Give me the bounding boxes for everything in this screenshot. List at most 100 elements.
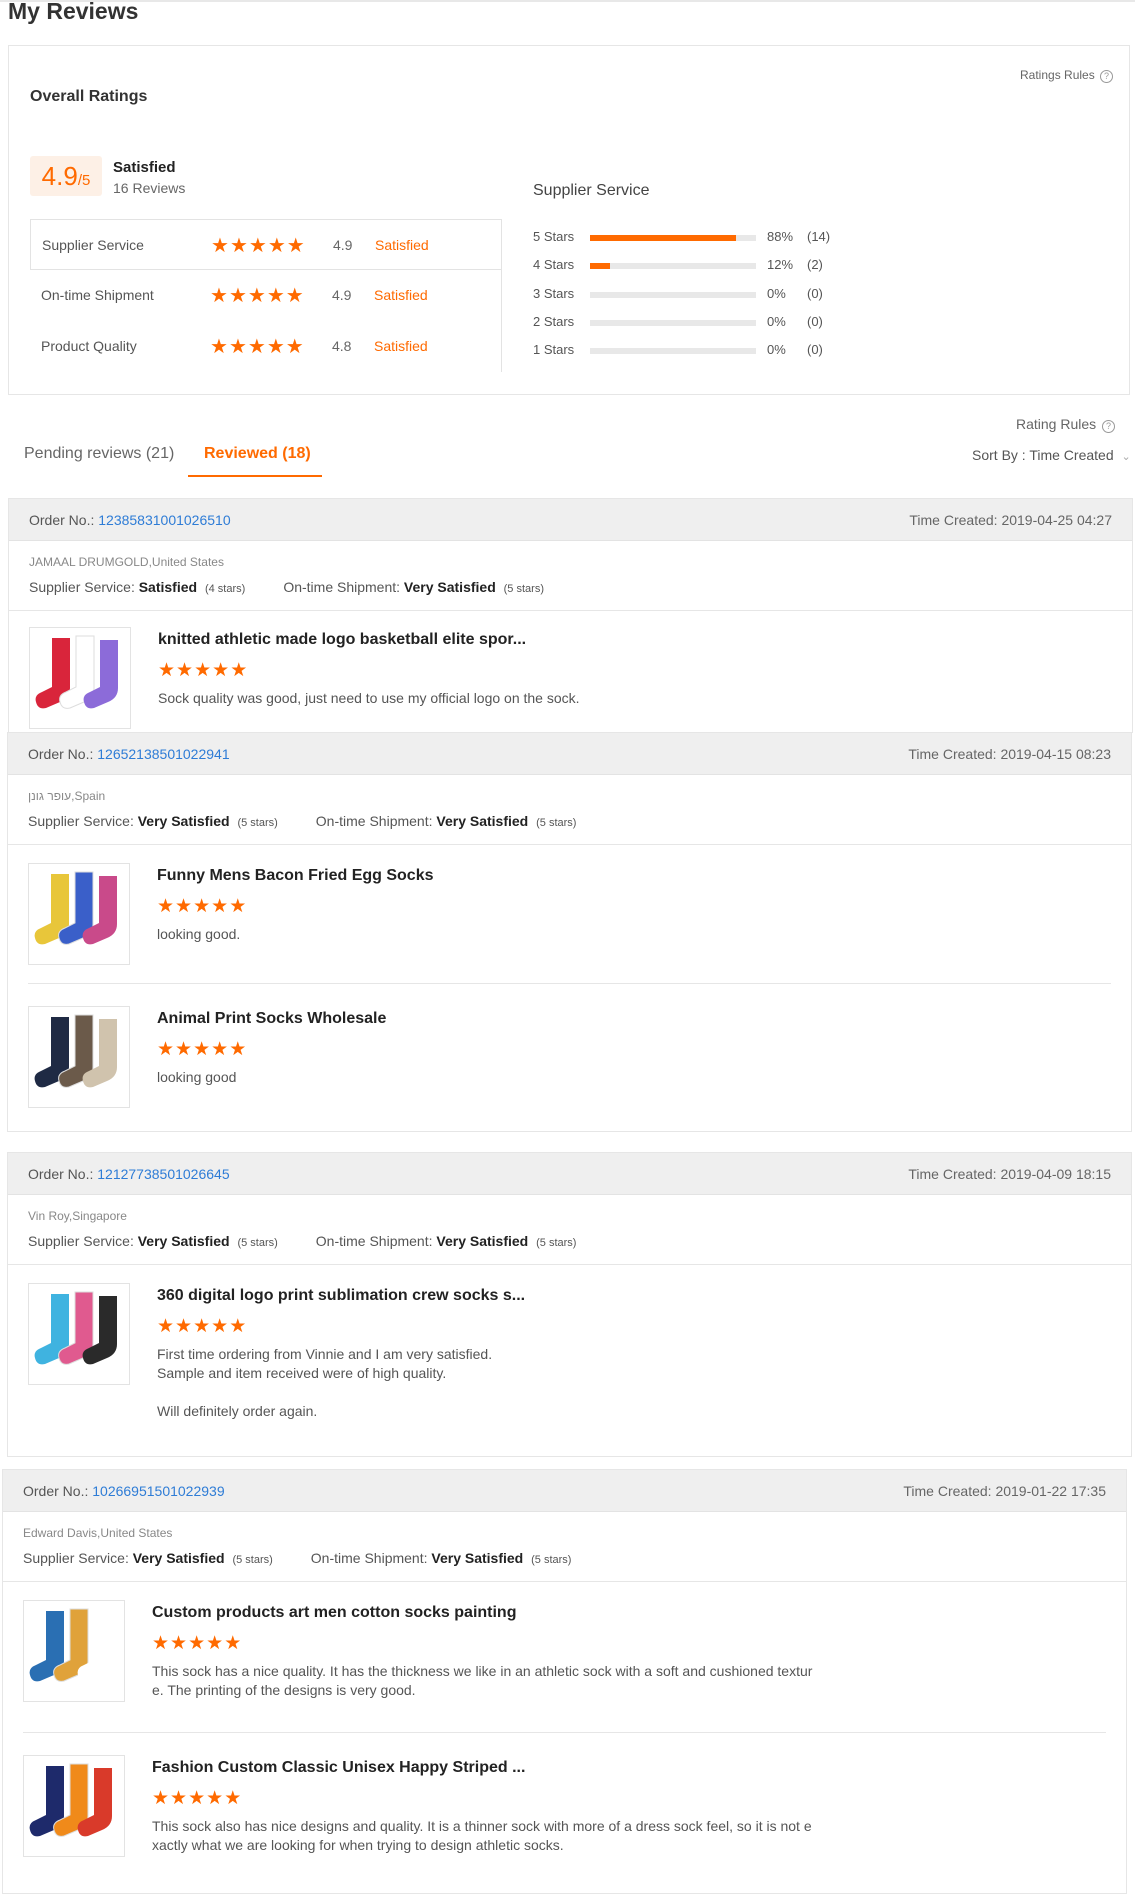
star-icon: ★ <box>193 1316 212 1337</box>
product-star-rating: ★★★★★ <box>157 1038 247 1061</box>
ontime-shipment-stars: (5 stars) <box>536 1237 577 1249</box>
product-thumbnail[interactable] <box>23 1755 125 1857</box>
star-icon: ★ <box>157 1316 176 1337</box>
order-number-link[interactable]: 10266951501022939 <box>92 1483 224 1499</box>
product-title[interactable]: Custom products art men cotton socks pai… <box>152 1604 516 1622</box>
star-icon: ★ <box>230 660 249 681</box>
product-thumbnail[interactable] <box>28 1283 130 1385</box>
ontime-shipment-label: On-time Shipment: <box>310 1550 428 1566</box>
product-comment: Sock quality was good, just need to use … <box>158 689 858 708</box>
product-comment: looking good <box>157 1068 857 1087</box>
breakdown-count: (0) <box>807 314 823 329</box>
star-icon: ★ <box>176 660 195 681</box>
order-ratings: Supplier Service: Very Satisfied (5 star… <box>23 1550 571 1566</box>
supplier-service-stars: (5 stars) <box>237 817 278 829</box>
comment-line <box>157 1383 857 1402</box>
star-icon: ★ <box>170 1633 189 1654</box>
page-title: My Reviews <box>8 0 139 24</box>
time-created-label: Time Created: <box>909 512 998 528</box>
chevron-down-icon: ⌄ <box>1121 451 1131 463</box>
supplier-service-label: Supplier Service: <box>28 813 134 829</box>
comment-line: This sock has a nice quality. It has the… <box>152 1663 813 1679</box>
ontime-shipment-stars: (5 stars) <box>503 583 544 595</box>
order-number-link[interactable]: 12127738501026645 <box>97 1166 229 1182</box>
ontime-shipment-rating: Very Satisfied <box>431 1550 524 1566</box>
rating-row-label: On-time Shipment <box>41 287 154 303</box>
product-title[interactable]: Fashion Custom Classic Unisex Happy Stri… <box>152 1759 525 1777</box>
product-star-rating: ★★★★★ <box>157 895 247 918</box>
rating-rules-link[interactable]: Rating Rules ? <box>1016 416 1116 433</box>
rating-row-status: Satisfied <box>375 237 429 253</box>
product-title[interactable]: knitted athletic made logo basketball el… <box>158 631 526 649</box>
breakdown-bar <box>590 320 756 326</box>
breakdown-count: (0) <box>807 286 823 301</box>
order-number: Order No.: 10266951501022939 <box>23 1483 225 1499</box>
order-number-link[interactable]: 12652138501022941 <box>97 746 229 762</box>
rating-row: On-time Shipment ★★★★★ 4.9 Satisfied <box>30 270 502 321</box>
product-thumbnail[interactable] <box>28 863 130 965</box>
product-star-rating: ★★★★★ <box>152 1632 242 1655</box>
product-thumbnail[interactable] <box>23 1600 125 1702</box>
product-title[interactable]: Funny Mens Bacon Fried Egg Socks <box>157 867 434 885</box>
order-card: Order No.: 12385831001026510 Time Created… <box>8 498 1133 733</box>
ratings-rules-link[interactable]: Ratings Rules ? <box>1020 68 1114 83</box>
ontime-shipment-label: On-time Shipment: <box>315 813 433 829</box>
product-title[interactable]: Animal Print Socks Wholesale <box>157 1010 386 1028</box>
breakdown-row: 5 Stars 88% (14) <box>533 226 853 248</box>
ontime-shipment-stars: (5 stars) <box>536 817 577 829</box>
star-icon: ★ <box>224 1788 243 1809</box>
star-icon: ★ <box>170 1788 189 1809</box>
supplier-service-rating: Very Satisfied <box>137 813 230 829</box>
order-number: Order No.: 12652138501022941 <box>28 746 230 762</box>
rating-rows-panel: Supplier Service ★★★★★ 4.9 Satisfied On-… <box>30 219 502 372</box>
breakdown-percent: 0% <box>767 342 786 357</box>
comment-line: looking good <box>157 1069 237 1085</box>
comment-line: First time ordering from Vinnie and I am… <box>157 1346 493 1362</box>
breakdown-label: 1 Stars <box>533 342 575 357</box>
star-icon: ★ <box>285 336 305 358</box>
product-title[interactable]: 360 digital logo print sublimation crew … <box>157 1287 525 1305</box>
ontime-shipment-rating: Very Satisfied <box>436 813 529 829</box>
product-thumbnail[interactable] <box>29 627 131 729</box>
product-thumbnail[interactable] <box>28 1006 130 1108</box>
order-number-link[interactable]: 12385831001026510 <box>98 512 230 528</box>
star-icon: ★ <box>267 235 287 257</box>
star-icon: ★ <box>229 235 249 257</box>
sort-dropdown[interactable]: Sort By : Time Created ⌄ <box>972 447 1131 463</box>
rating-row-score: 4.9 <box>333 237 353 253</box>
rating-row-stars: ★★★★★ <box>210 283 305 308</box>
ratings-rules-label: Ratings Rules <box>1020 68 1095 82</box>
tab-pending-reviews[interactable]: Pending reviews (21) <box>24 445 174 463</box>
product-star-rating: ★★★★★ <box>157 1315 247 1338</box>
order-header: Order No.: 10266951501022939 Time Created… <box>3 1470 1126 1512</box>
overall-ratings-card: Overall Ratings Ratings Rules ? 4.9/5 Sa… <box>8 45 1130 395</box>
time-created-label: Time Created: <box>908 746 997 762</box>
star-icon: ★ <box>152 1633 171 1654</box>
rating-row: Supplier Service ★★★★★ 4.9 Satisfied <box>30 220 502 270</box>
star-icon: ★ <box>194 660 213 681</box>
star-icon: ★ <box>157 1039 176 1060</box>
breakdown-bar-fill <box>590 263 610 269</box>
star-icon: ★ <box>193 896 212 917</box>
supplier-service-rating: Very Satisfied <box>132 1550 225 1566</box>
supplier-service-rating: Very Satisfied <box>137 1233 230 1249</box>
rating-rules-label: Rating Rules <box>1016 416 1097 432</box>
ontime-shipment-stars: (5 stars) <box>531 1554 572 1566</box>
breakdown-percent: 12% <box>767 257 794 272</box>
order-divider <box>3 1581 1126 1582</box>
breakdown-bar <box>590 292 756 298</box>
order-number-label: Order No.: <box>29 512 95 528</box>
breakdown-row: 4 Stars 12% (2) <box>533 254 853 276</box>
star-icon: ★ <box>228 285 248 307</box>
time-created-value: 2019-04-25 04:27 <box>1001 512 1112 528</box>
item-divider <box>23 1732 1106 1733</box>
comment-line: looking good. <box>157 926 241 942</box>
tab-reviewed[interactable]: Reviewed (18) <box>204 445 311 463</box>
breakdown-percent: 0% <box>767 286 786 301</box>
order-number-label: Order No.: <box>28 1166 94 1182</box>
comment-line: Sock quality was good, just need to use … <box>158 690 580 706</box>
help-circle-icon: ? <box>1100 70 1114 83</box>
order-divider <box>8 1264 1131 1265</box>
supplier-service-label: Supplier Service: <box>23 1550 129 1566</box>
star-icon: ★ <box>247 285 267 307</box>
